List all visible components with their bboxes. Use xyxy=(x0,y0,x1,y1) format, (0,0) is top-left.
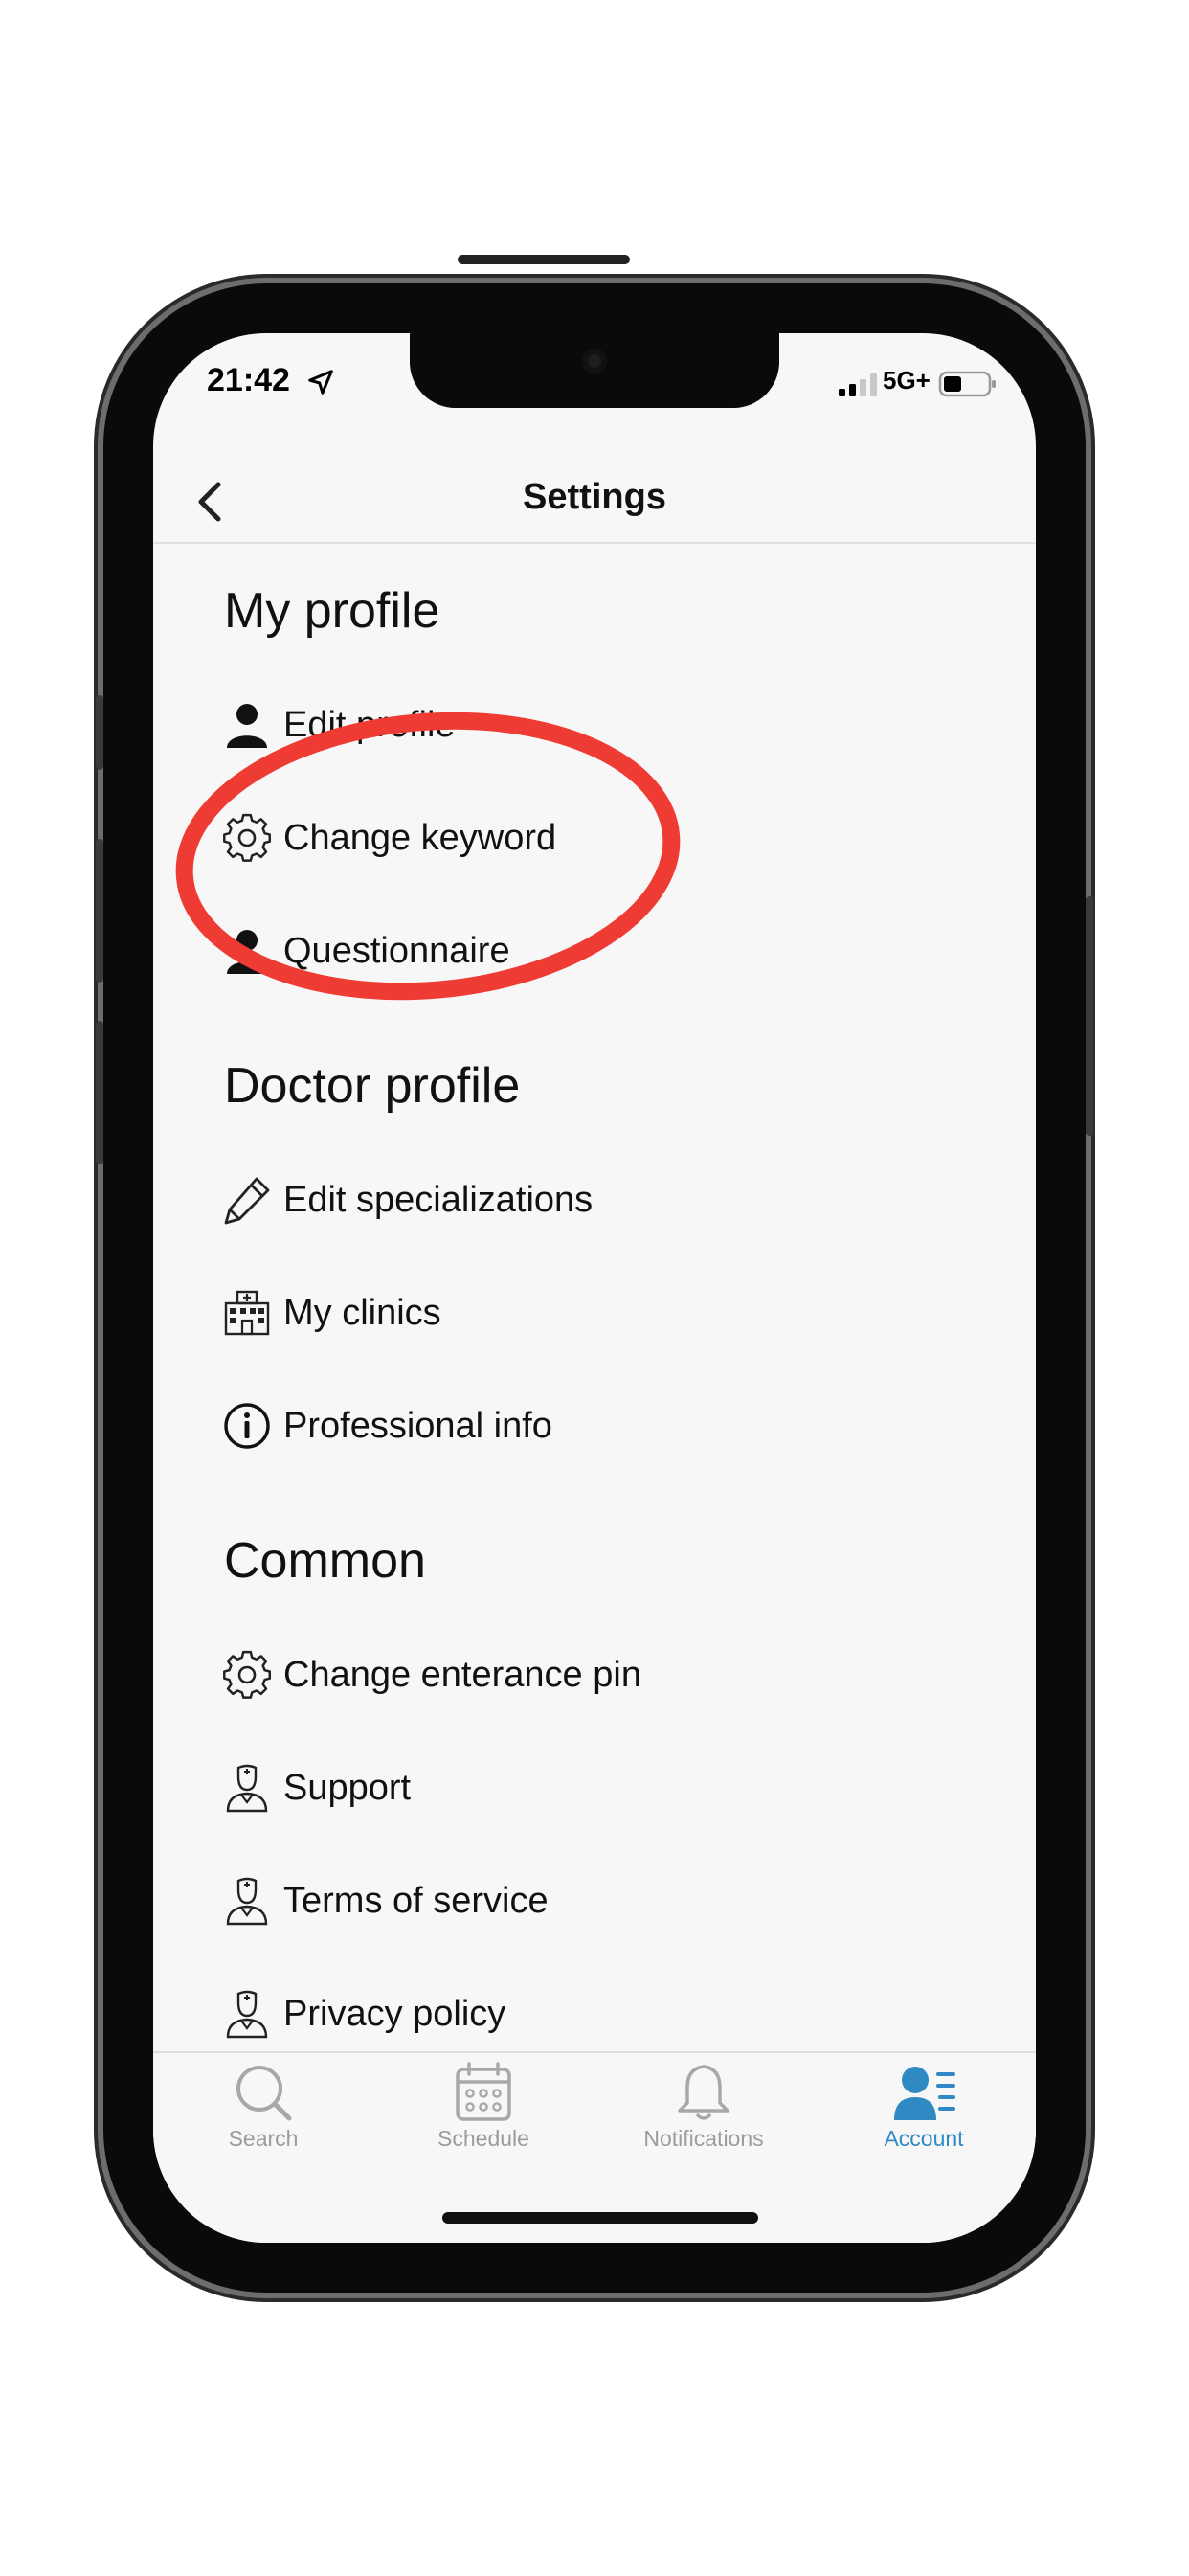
tab-schedule[interactable]: Schedule xyxy=(373,2061,594,2176)
menu-item-privacy-policy[interactable]: Privacy policy xyxy=(220,1977,948,2051)
menu-item-label: Edit specializations xyxy=(283,1179,594,1220)
info-icon xyxy=(224,1403,270,1449)
volume-down-button xyxy=(96,1021,103,1164)
menu-item-label: Change keyword xyxy=(283,817,557,858)
person-icon xyxy=(227,704,267,748)
bell-icon xyxy=(678,2065,729,2120)
section-title-my-profile: My profile xyxy=(224,583,440,639)
tab-label: Search xyxy=(228,2126,299,2151)
menu-item-edit-specializations[interactable]: Edit specializations xyxy=(220,1163,948,1237)
calendar-icon xyxy=(456,2062,511,2121)
tab-label: Account xyxy=(884,2126,964,2151)
location-arrow-icon xyxy=(308,370,333,395)
menu-item-label: Professional info xyxy=(283,1405,552,1446)
menu-item-label: Edit profile xyxy=(283,704,456,745)
tab-account[interactable]: Account xyxy=(814,2061,1034,2176)
menu-item-change-keyword[interactable]: Change keyword xyxy=(220,801,948,875)
tab-notifications[interactable]: Notifications xyxy=(594,2061,814,2176)
menu-item-professional-info[interactable]: Professional info xyxy=(220,1389,948,1463)
status-time: 21:42 xyxy=(207,362,290,398)
home-indicator xyxy=(442,2212,758,2224)
top-speaker xyxy=(458,255,630,264)
network-type: 5G+ xyxy=(883,366,931,395)
battery-icon xyxy=(938,371,996,397)
section-title-common: Common xyxy=(224,1533,426,1589)
menu-item-questionnaire[interactable]: Questionnaire xyxy=(220,914,948,988)
tab-label: Schedule xyxy=(437,2126,529,2151)
power-button xyxy=(1086,896,1093,1136)
section-title-doctor-profile: Doctor profile xyxy=(224,1058,521,1114)
signal-strength-icon xyxy=(839,373,877,396)
menu-item-terms-of-service[interactable]: Terms of service xyxy=(220,1864,948,1938)
menu-item-support[interactable]: Support xyxy=(220,1751,948,1825)
menu-item-label: Questionnaire xyxy=(283,930,510,971)
gear-icon xyxy=(223,813,272,862)
person-icon xyxy=(227,930,267,974)
pencil-icon xyxy=(224,1177,270,1225)
gear-icon xyxy=(223,1650,272,1699)
mute-switch xyxy=(96,695,103,770)
menu-item-my-clinics[interactable]: My clinics xyxy=(220,1276,948,1350)
menu-item-label: Change enterance pin xyxy=(283,1654,641,1695)
navigation-bar: Settings xyxy=(153,458,1036,544)
hospital-icon xyxy=(224,1290,270,1336)
doctor-icon xyxy=(226,1764,268,1813)
account-icon xyxy=(894,2067,955,2120)
page-title: Settings xyxy=(523,477,666,517)
menu-item-label: Support xyxy=(283,1767,412,1808)
doctor-icon xyxy=(226,1877,268,1926)
menu-item-change-enterance-pin[interactable]: Change enterance pin xyxy=(220,1638,948,1712)
menu-item-edit-profile[interactable]: Edit profile xyxy=(220,688,948,762)
front-camera xyxy=(582,349,607,373)
volume-up-button xyxy=(96,839,103,983)
doctor-icon xyxy=(226,1990,268,2039)
phone-screen: 21:42 5G+ Settings My profile Edit profi… xyxy=(153,333,1036,2243)
tab-search[interactable]: Search xyxy=(153,2061,373,2176)
menu-item-label: My clinics xyxy=(283,1292,441,1333)
search-icon xyxy=(236,2066,292,2121)
notch xyxy=(410,333,779,408)
menu-item-label: Privacy policy xyxy=(283,1993,506,2034)
tab-label: Notifications xyxy=(643,2126,764,2151)
menu-item-label: Terms of service xyxy=(283,1880,549,1921)
